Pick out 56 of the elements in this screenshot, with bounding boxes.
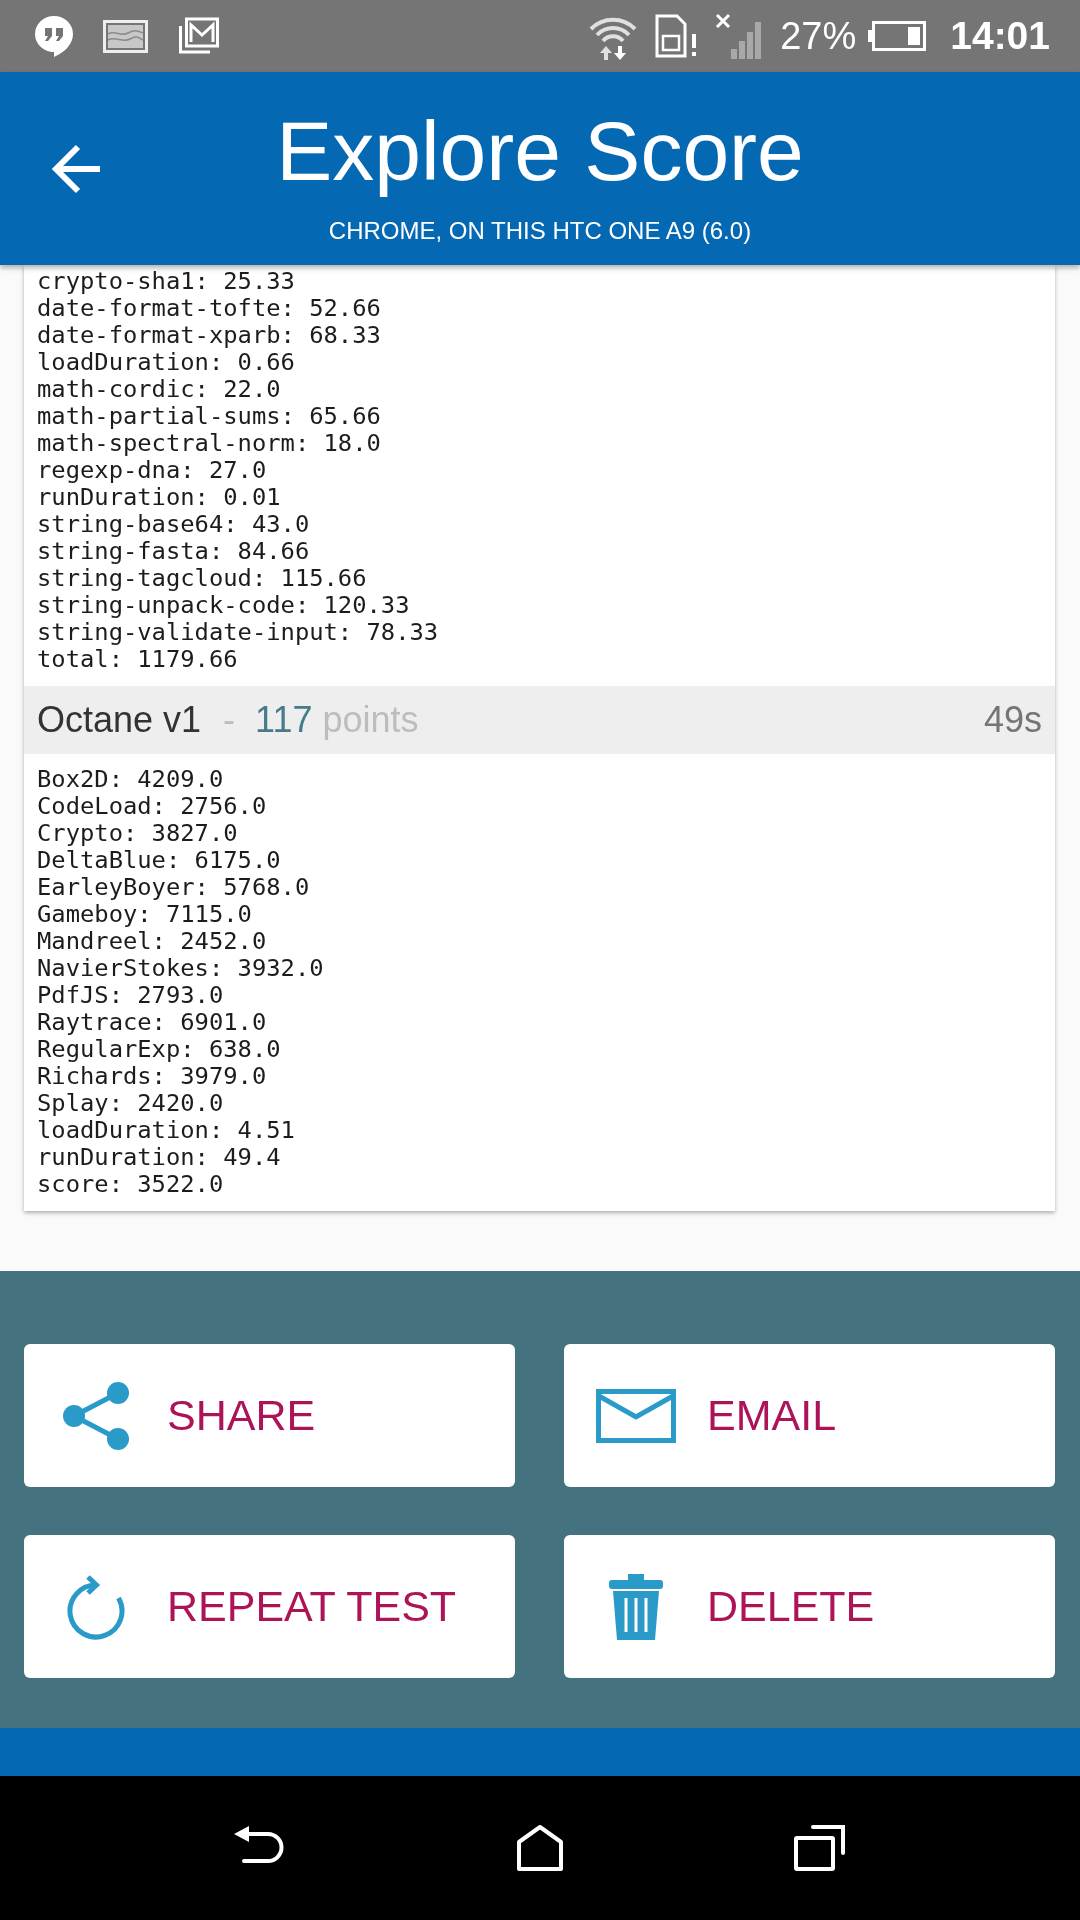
- result-line: Richards: 3979.0: [37, 1063, 267, 1090]
- share-button[interactable]: SHARE: [24, 1344, 515, 1487]
- result-line: string-validate-input: 78.33: [37, 619, 439, 646]
- result-line: string-base64: 43.0: [37, 511, 310, 538]
- result-line: Mandreel: 2452.0: [37, 928, 267, 955]
- result-line: Crypto: 3827.0: [37, 820, 238, 847]
- result-line: date-format-tofte: 52.66: [37, 295, 381, 322]
- image-icon: [103, 19, 148, 53]
- back-arrow-icon[interactable]: [52, 142, 102, 195]
- screen-subtitle: CHROME, ON THIS HTC ONE A9 (6.0): [328, 216, 752, 246]
- battery-icon: [868, 21, 927, 51]
- run-duration: 49s: [983, 699, 1042, 741]
- repeat-test-button[interactable]: REPEAT TEST: [24, 1535, 515, 1678]
- result-line: CodeLoad: 2756.0: [37, 793, 267, 820]
- result-line: total: 1179.66: [37, 646, 238, 673]
- result-line: loadDuration: 0.66: [37, 349, 295, 376]
- mail-icon: [177, 17, 219, 55]
- result-line: string-unpack-code: 120.33: [37, 592, 410, 619]
- delete-button[interactable]: DELETE: [564, 1535, 1055, 1678]
- home-icon[interactable]: [516, 1825, 564, 1871]
- result-line: runDuration: 0.01: [37, 484, 281, 511]
- signal-icon: [715, 13, 764, 59]
- result-line: math-partial-sums: 65.66: [37, 403, 381, 430]
- result-line: RegularExp: 638.0: [37, 1036, 281, 1063]
- sim-card-icon: [655, 14, 699, 58]
- refresh-icon: [66, 1573, 125, 1640]
- result-line: NavierStokes: 3932.0: [37, 955, 324, 982]
- result-line: math-spectral-norm: 18.0: [37, 430, 381, 457]
- result-line: date-format-xparb: 68.33: [37, 322, 381, 349]
- envelope-icon: [595, 1388, 676, 1443]
- benchmark-score: 117: [255, 699, 313, 741]
- battery-percent: 27%: [780, 14, 857, 58]
- result-line: runDuration: 49.4: [37, 1144, 281, 1171]
- trash-icon: [608, 1573, 663, 1640]
- result-line: PdfJS: 2793.0: [37, 982, 224, 1009]
- result-line: Raytrace: 6901.0: [37, 1009, 267, 1036]
- result-line: crypto-sha1: 25.33: [37, 268, 295, 295]
- result-line: DeltaBlue: 6175.0: [37, 847, 281, 874]
- result-line: string-tagcloud: 115.66: [37, 565, 367, 592]
- clock-time: 14:01: [950, 14, 1050, 58]
- separator-dash: -: [223, 699, 236, 741]
- screen-title: Explore Score: [276, 103, 804, 199]
- result-line: loadDuration: 4.51: [37, 1117, 295, 1144]
- result-line: EarleyBoyer: 5768.0: [37, 874, 310, 901]
- recents-icon[interactable]: [794, 1825, 846, 1871]
- result-line: Gameboy: 7115.0: [37, 901, 252, 928]
- result-line: score: 3522.0: [37, 1171, 224, 1198]
- result-line: Splay: 2420.0: [37, 1090, 224, 1117]
- share-icon: [61, 1380, 130, 1451]
- email-button[interactable]: EMAIL: [564, 1344, 1055, 1487]
- result-line: Box2D: 4209.0: [37, 766, 224, 793]
- result-line: string-fasta: 84.66: [37, 538, 310, 565]
- benchmark-name: Octane v1: [37, 699, 202, 741]
- chat-bubble-icon: [34, 15, 74, 57]
- result-line: math-cordic: 22.0: [37, 376, 281, 403]
- result-line: regexp-dna: 27.0: [37, 457, 267, 484]
